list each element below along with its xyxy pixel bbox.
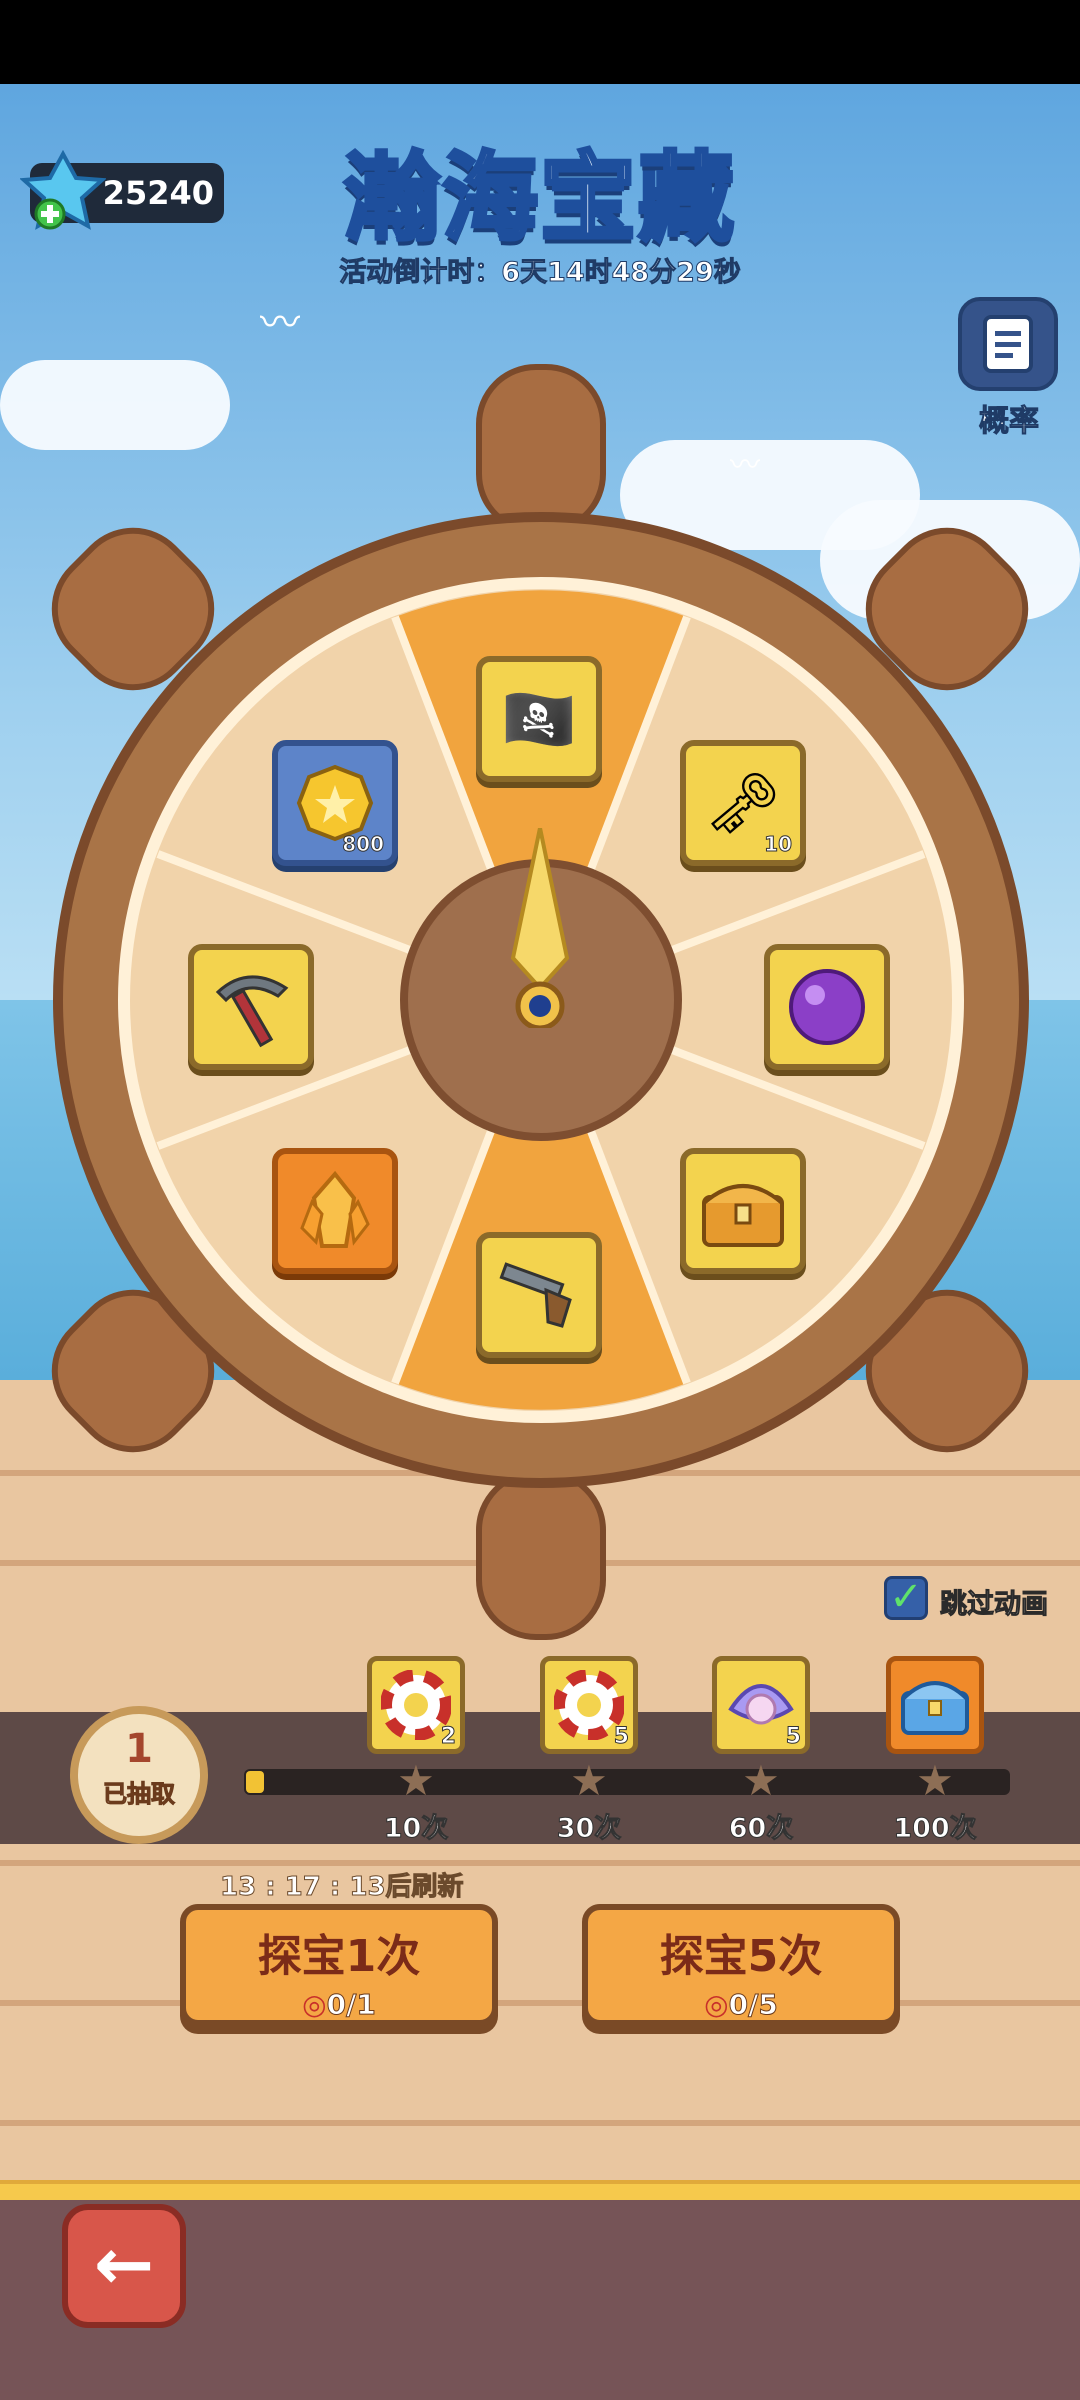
wheel-slot-orange-crystal (272, 1148, 398, 1274)
pistol-icon (499, 1262, 572, 1328)
milestone-star-icon: ★ (916, 1756, 954, 1805)
pickaxe-icon (215, 975, 289, 1048)
wheel-slot-treasure-chest (680, 1148, 806, 1274)
milestone-label: 100次 (893, 1813, 977, 1845)
milestone-label: 60次 (728, 1813, 794, 1845)
draw-once-button[interactable]: 探宝1次 ◎0/1 (180, 1904, 498, 2026)
milestone-label: 10次 (383, 1813, 449, 1845)
button-cost: ◎0/5 (704, 1988, 778, 2022)
gem-plus-icon[interactable] (19, 149, 107, 236)
status-bar (0, 0, 1080, 84)
slot-count: 800 (342, 832, 385, 857)
wheel-slot-pirate-hero: 🏴‍☠️ (476, 656, 602, 782)
currency-amount: 25240 (102, 174, 214, 212)
wheel-slot-flintlock-pistol (476, 1232, 602, 1358)
wheel-slot-golden-key: 🗝 10 (680, 740, 806, 866)
milestone-reward-100[interactable] (886, 1656, 984, 1754)
milestone-reward-10[interactable]: 2 (367, 1656, 465, 1754)
wheel-slot-gold-coin: 800 (272, 740, 398, 866)
deck-plank (0, 1860, 1080, 1866)
pirate-character-icon: 🏴‍☠️ (501, 684, 577, 755)
draw-count-badge: 1 已抽取 (70, 1706, 208, 1844)
reward-count: 5 (785, 1724, 801, 1750)
draw-five-button[interactable]: 探宝5次 ◎0/5 (582, 1904, 900, 2026)
probability-label[interactable]: 概率 (950, 396, 1068, 440)
treasure-chest-icon (702, 1184, 784, 1247)
milestone-label: 30次 (556, 1813, 622, 1845)
deck-plank (0, 2120, 1080, 2126)
skip-animation-label[interactable]: 跳过动画 (940, 1582, 1049, 1621)
milestone-star-icon: ★ (742, 1756, 780, 1805)
golden-key-icon: 🗝 (704, 768, 782, 839)
wheel-pointer[interactable] (507, 827, 573, 1031)
progress-fill (246, 1771, 264, 1793)
life-ring-icon: ◎ (302, 1988, 327, 2021)
milestone-star-icon: ★ (570, 1756, 608, 1805)
document-icon (983, 315, 1033, 373)
coin-icon (296, 764, 374, 842)
wheel-slot-purple-orb (764, 944, 890, 1070)
milestone-star-icon: ★ (397, 1756, 435, 1805)
probability-button[interactable] (958, 297, 1058, 391)
draw-count-label: 已抽取 (103, 1780, 176, 1809)
button-label: 探宝5次 (659, 1931, 823, 1982)
purple-orb-icon (789, 969, 865, 1045)
milestone-reward-60[interactable]: 5 (712, 1656, 810, 1754)
seagull-icon: 〰 (260, 300, 300, 346)
button-cost: ◎0/1 (302, 1988, 376, 2022)
skip-animation-checkbox[interactable]: ✓ (884, 1576, 928, 1620)
seagull-icon: 〰 (730, 448, 760, 483)
reward-count: 2 (440, 1724, 456, 1750)
page-title: 瀚海宝藏 (342, 140, 736, 256)
deck-plank (0, 2000, 1080, 2006)
event-countdown: 活动倒计时：6天14时48分29秒 (339, 257, 742, 289)
milestone-reward-30[interactable]: 5 (540, 1656, 638, 1754)
progress-track (244, 1769, 1010, 1795)
crystal-icon (300, 1170, 370, 1248)
button-label: 探宝1次 (257, 1931, 421, 1982)
life-ring-icon: ◎ (704, 1988, 729, 2021)
back-arrow-icon: ← (93, 2222, 155, 2306)
reward-count: 5 (613, 1724, 629, 1750)
back-button[interactable]: ← (62, 2204, 186, 2328)
refresh-timer: 13 : 17 : 13后刷新 (220, 1872, 465, 1903)
slot-count: 10 (764, 832, 793, 857)
wheel-handle-bottom (476, 1470, 606, 1640)
draw-count: 1 (125, 1726, 153, 1772)
wheel-handle-top (476, 364, 606, 534)
blue-chest-icon (901, 1681, 969, 1735)
wheel-slot-pickaxe (188, 944, 314, 1070)
cloud (0, 360, 230, 450)
